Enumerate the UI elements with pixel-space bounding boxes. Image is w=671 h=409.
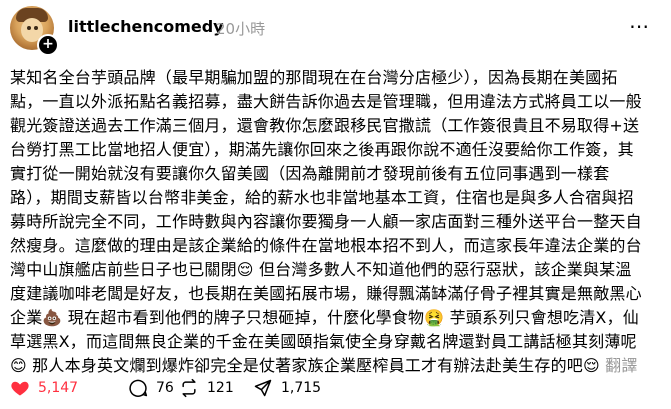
post-line-last: 😊 那人本身英文爛到爆炸卻完全是仗著家族企業壓榨員工才有辦法赴美生存的吧😌 翻譯	[10, 354, 662, 378]
post-line: 募時所說完全不同，工作時數與內容讓你要獨身一人顧一家店面對三種外送平台一整天自	[10, 212, 642, 231]
like-button[interactable]: 5,147	[10, 378, 78, 398]
post-line: 觀光簽證送過去工作滿三個月，還會教你怎麼跟移民官撒謊（工作簽很貴且不易取得+送	[10, 116, 640, 135]
share-icon	[254, 379, 272, 397]
like-count: 5,147	[38, 380, 79, 396]
avatar[interactable]: +	[10, 6, 59, 56]
post-line: 實打從一開始就沒有要讓你久留美國（因為離開前才發現前後有五位同事遇到一樣套	[10, 164, 610, 183]
post-line: 灣中山旗艦店前些日子也已關閉😌 但台灣多數人不知道他們的惡行惡狀，該企業與某溫	[10, 260, 632, 279]
post-line: 企業💩 現在超市看到他們的牌子只想砸掉，什麼化學食物🤮 芋頭系列只會想吃清X，仙	[10, 308, 639, 327]
post-line-text: 😊 那人本身英文爛到爆炸卻完全是仗著家族企業壓榨員工才有辦法赴美生存的吧😌	[10, 356, 600, 375]
repost-icon	[182, 378, 196, 398]
username[interactable]: littlechencomedy	[68, 17, 224, 36]
post-line: 路），期間支薪皆以台幣非美金，給的薪水也非當地基本工資，住宿也是與多人合宿與招	[10, 188, 634, 207]
share-button[interactable]: 1,715	[253, 378, 321, 398]
post-line: 某知名全台芋頭品牌（最早期騙加盟的那間現在在台灣分店極少），因為長期在美國拓	[10, 68, 618, 87]
comment-button[interactable]: 76	[128, 378, 174, 398]
post-body: 某知名全台芋頭品牌（最早期騙加盟的那間現在在台灣分店極少），因為長期在美國拓 點…	[10, 66, 662, 378]
post-time: 20小時	[216, 20, 266, 38]
repost-count: 121	[207, 380, 234, 396]
post-header: + littlechencomedy 20小時 ⋯	[10, 6, 650, 56]
translate-link[interactable]: 翻譯	[605, 356, 637, 375]
post-line: 台勞打黑工比當地招人便宜），期滿先讓你回來之後再跟你說不適任沒要給你工作簽，其	[10, 140, 634, 159]
comment-count: 76	[156, 380, 174, 396]
post-line: 草選黑X，而這間無良企業的千金在美國頤指氣使全身穿戴名牌還對員工講話極其刻薄呢	[10, 332, 637, 351]
share-count: 1,715	[281, 380, 322, 396]
more-options-icon[interactable]: ⋯	[629, 14, 650, 38]
comment-icon	[129, 379, 148, 397]
heart-icon	[11, 381, 29, 396]
follow-plus-icon[interactable]: +	[37, 34, 59, 56]
repost-button[interactable]: 121	[179, 378, 234, 398]
post-line: 然瘦身。這麼做的理由是該企業給的條件在當地根本招不到人，而這家長年違法企業的台	[10, 236, 642, 255]
post-line: 點，一直以外派拓點名義招募，盡大餅告訴你過去是管理職，但用違法方式將員工以一般	[10, 92, 642, 111]
action-bar: 5,147 76 121 1,715	[10, 378, 650, 402]
post-line: 度建議咖啡老闆是好友，也長期在美國拓展市場，賺得飄滿缽滿仔骨子裡其實是無敵黑心	[10, 284, 642, 303]
